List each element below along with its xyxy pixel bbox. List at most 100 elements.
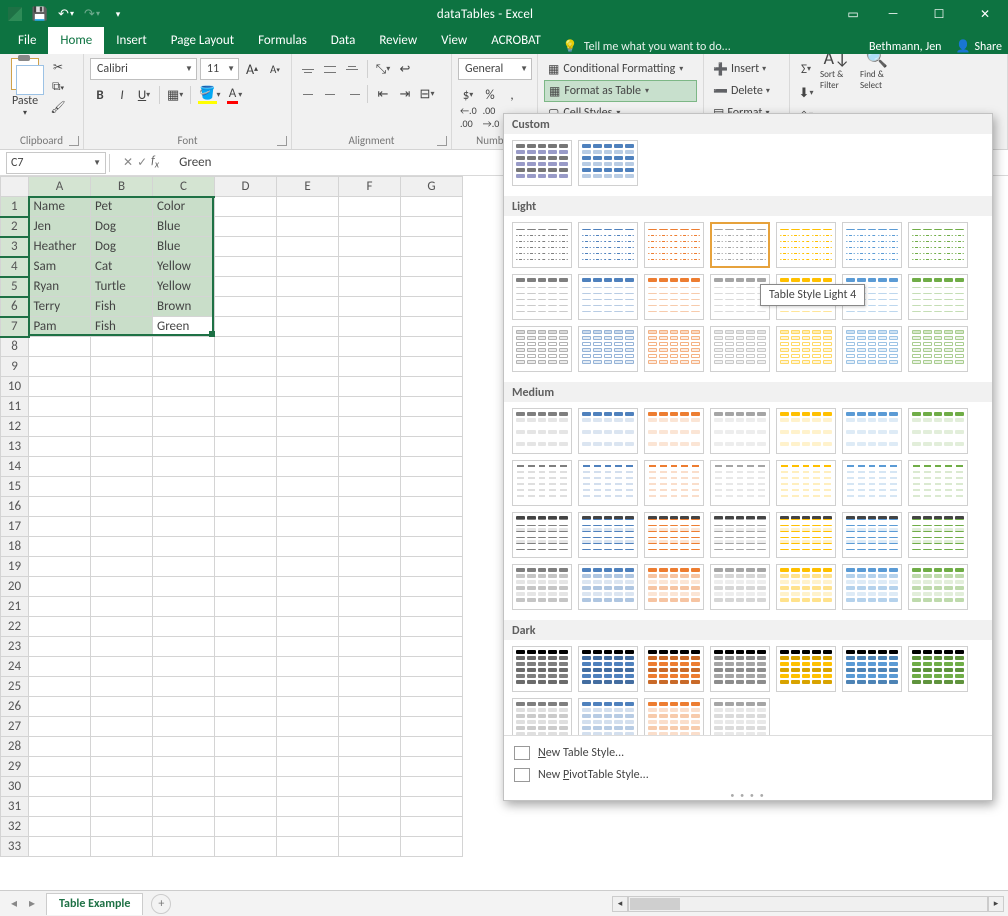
cell-A2[interactable]: Jen <box>29 217 91 237</box>
cell-G33[interactable] <box>401 837 463 857</box>
cell-D27[interactable] <box>215 717 277 737</box>
row-header-32[interactable]: 32 <box>1 817 29 837</box>
cancel-formula-button[interactable]: ✕ <box>123 155 133 170</box>
row-header-33[interactable]: 33 <box>1 837 29 857</box>
row-header-21[interactable]: 21 <box>1 597 29 617</box>
cell-D10[interactable] <box>215 377 277 397</box>
cell-G22[interactable] <box>401 617 463 637</box>
table-style-swatch[interactable] <box>908 274 968 320</box>
cell-C24[interactable] <box>153 657 215 677</box>
col-header-B[interactable]: B <box>91 177 153 197</box>
cell-F32[interactable] <box>339 817 401 837</box>
cell-E33[interactable] <box>277 837 339 857</box>
table-style-swatch[interactable] <box>578 140 638 186</box>
row-header-8[interactable]: 8 <box>1 337 29 357</box>
cell-C4[interactable]: Yellow <box>153 257 215 277</box>
cell-D28[interactable] <box>215 737 277 757</box>
row-header-13[interactable]: 13 <box>1 437 29 457</box>
borders-button[interactable]: ▦▾ <box>165 84 185 106</box>
table-style-swatch[interactable] <box>512 222 572 268</box>
bold-button[interactable]: B <box>90 84 110 106</box>
cell-G32[interactable] <box>401 817 463 837</box>
row-header-25[interactable]: 25 <box>1 677 29 697</box>
cell-F27[interactable] <box>339 717 401 737</box>
cell-G29[interactable] <box>401 757 463 777</box>
table-style-swatch[interactable] <box>776 646 836 692</box>
table-style-swatch[interactable] <box>908 460 968 506</box>
format-as-table-button[interactable]: ▦Format as Table▾ <box>544 80 697 102</box>
table-style-swatch[interactable] <box>908 408 968 454</box>
cell-E16[interactable] <box>277 497 339 517</box>
cell-B20[interactable] <box>91 577 153 597</box>
cell-C16[interactable] <box>153 497 215 517</box>
fill-button[interactable]: ⬇▾ <box>796 82 816 104</box>
new-table-style-item[interactable]: New Table Style... <box>504 742 992 764</box>
cell-B10[interactable] <box>91 377 153 397</box>
sheet-tab[interactable]: Table Example <box>46 893 143 915</box>
cell-C7[interactable]: Green <box>153 317 215 337</box>
table-style-swatch[interactable] <box>710 222 770 268</box>
table-style-swatch[interactable] <box>908 646 968 692</box>
tab-file[interactable]: File <box>6 27 48 54</box>
cell-C8[interactable] <box>153 337 215 357</box>
redo-button[interactable]: ↷▾ <box>80 3 104 25</box>
cell-C15[interactable] <box>153 477 215 497</box>
table-style-swatch[interactable] <box>512 326 572 372</box>
percent-format-button[interactable]: % <box>480 84 500 106</box>
comma-format-button[interactable]: , <box>502 84 522 106</box>
table-style-swatch[interactable] <box>776 512 836 558</box>
cell-A13[interactable] <box>29 437 91 457</box>
table-style-swatch[interactable] <box>512 460 572 506</box>
cell-C32[interactable] <box>153 817 215 837</box>
cell-F21[interactable] <box>339 597 401 617</box>
accounting-format-button[interactable]: $▾ <box>458 84 478 106</box>
cell-E30[interactable] <box>277 777 339 797</box>
row-header-6[interactable]: 6 <box>1 297 29 317</box>
col-header-F[interactable]: F <box>339 177 401 197</box>
cell-B2[interactable]: Dog <box>91 217 153 237</box>
share-button[interactable]: 👤 Share <box>955 39 1002 54</box>
cell-E11[interactable] <box>277 397 339 417</box>
cell-C19[interactable] <box>153 557 215 577</box>
cell-F1[interactable] <box>339 197 401 217</box>
tab-home[interactable]: Home <box>48 27 104 54</box>
merge-center-button[interactable]: ⊟▾ <box>417 83 437 105</box>
cell-B26[interactable] <box>91 697 153 717</box>
scroll-right-button[interactable]: ▸ <box>988 896 1004 912</box>
cell-A20[interactable] <box>29 577 91 597</box>
cell-D4[interactable] <box>215 257 277 277</box>
cell-B27[interactable] <box>91 717 153 737</box>
cell-E17[interactable] <box>277 517 339 537</box>
cell-B3[interactable]: Dog <box>91 237 153 257</box>
row-header-31[interactable]: 31 <box>1 797 29 817</box>
cell-F7[interactable] <box>339 317 401 337</box>
cell-E24[interactable] <box>277 657 339 677</box>
cell-C20[interactable] <box>153 577 215 597</box>
cell-D18[interactable] <box>215 537 277 557</box>
table-style-swatch[interactable] <box>512 564 572 610</box>
cell-E5[interactable] <box>277 277 339 297</box>
table-style-swatch[interactable] <box>644 564 704 610</box>
cell-A1[interactable]: Name <box>29 197 91 217</box>
find-select-button[interactable]: 🔍Find & Select <box>858 58 896 80</box>
cell-B30[interactable] <box>91 777 153 797</box>
tab-view[interactable]: View <box>429 27 479 54</box>
cell-B5[interactable]: Turtle <box>91 277 153 297</box>
tab-formulas[interactable]: Formulas <box>246 27 319 54</box>
cell-B15[interactable] <box>91 477 153 497</box>
table-style-swatch[interactable] <box>578 222 638 268</box>
table-style-swatch[interactable] <box>776 326 836 372</box>
cell-A31[interactable] <box>29 797 91 817</box>
conditional-formatting-button[interactable]: ▦Conditional Formatting▾ <box>544 58 697 80</box>
cell-D8[interactable] <box>215 337 277 357</box>
cell-F8[interactable] <box>339 337 401 357</box>
cell-D6[interactable] <box>215 297 277 317</box>
cell-G12[interactable] <box>401 417 463 437</box>
cell-E10[interactable] <box>277 377 339 397</box>
align-top-button[interactable] <box>298 61 318 77</box>
table-style-swatch[interactable] <box>644 698 704 735</box>
cell-C6[interactable]: Brown <box>153 297 215 317</box>
cell-B9[interactable] <box>91 357 153 377</box>
table-style-swatch[interactable] <box>512 698 572 735</box>
table-style-swatch[interactable] <box>710 698 770 735</box>
